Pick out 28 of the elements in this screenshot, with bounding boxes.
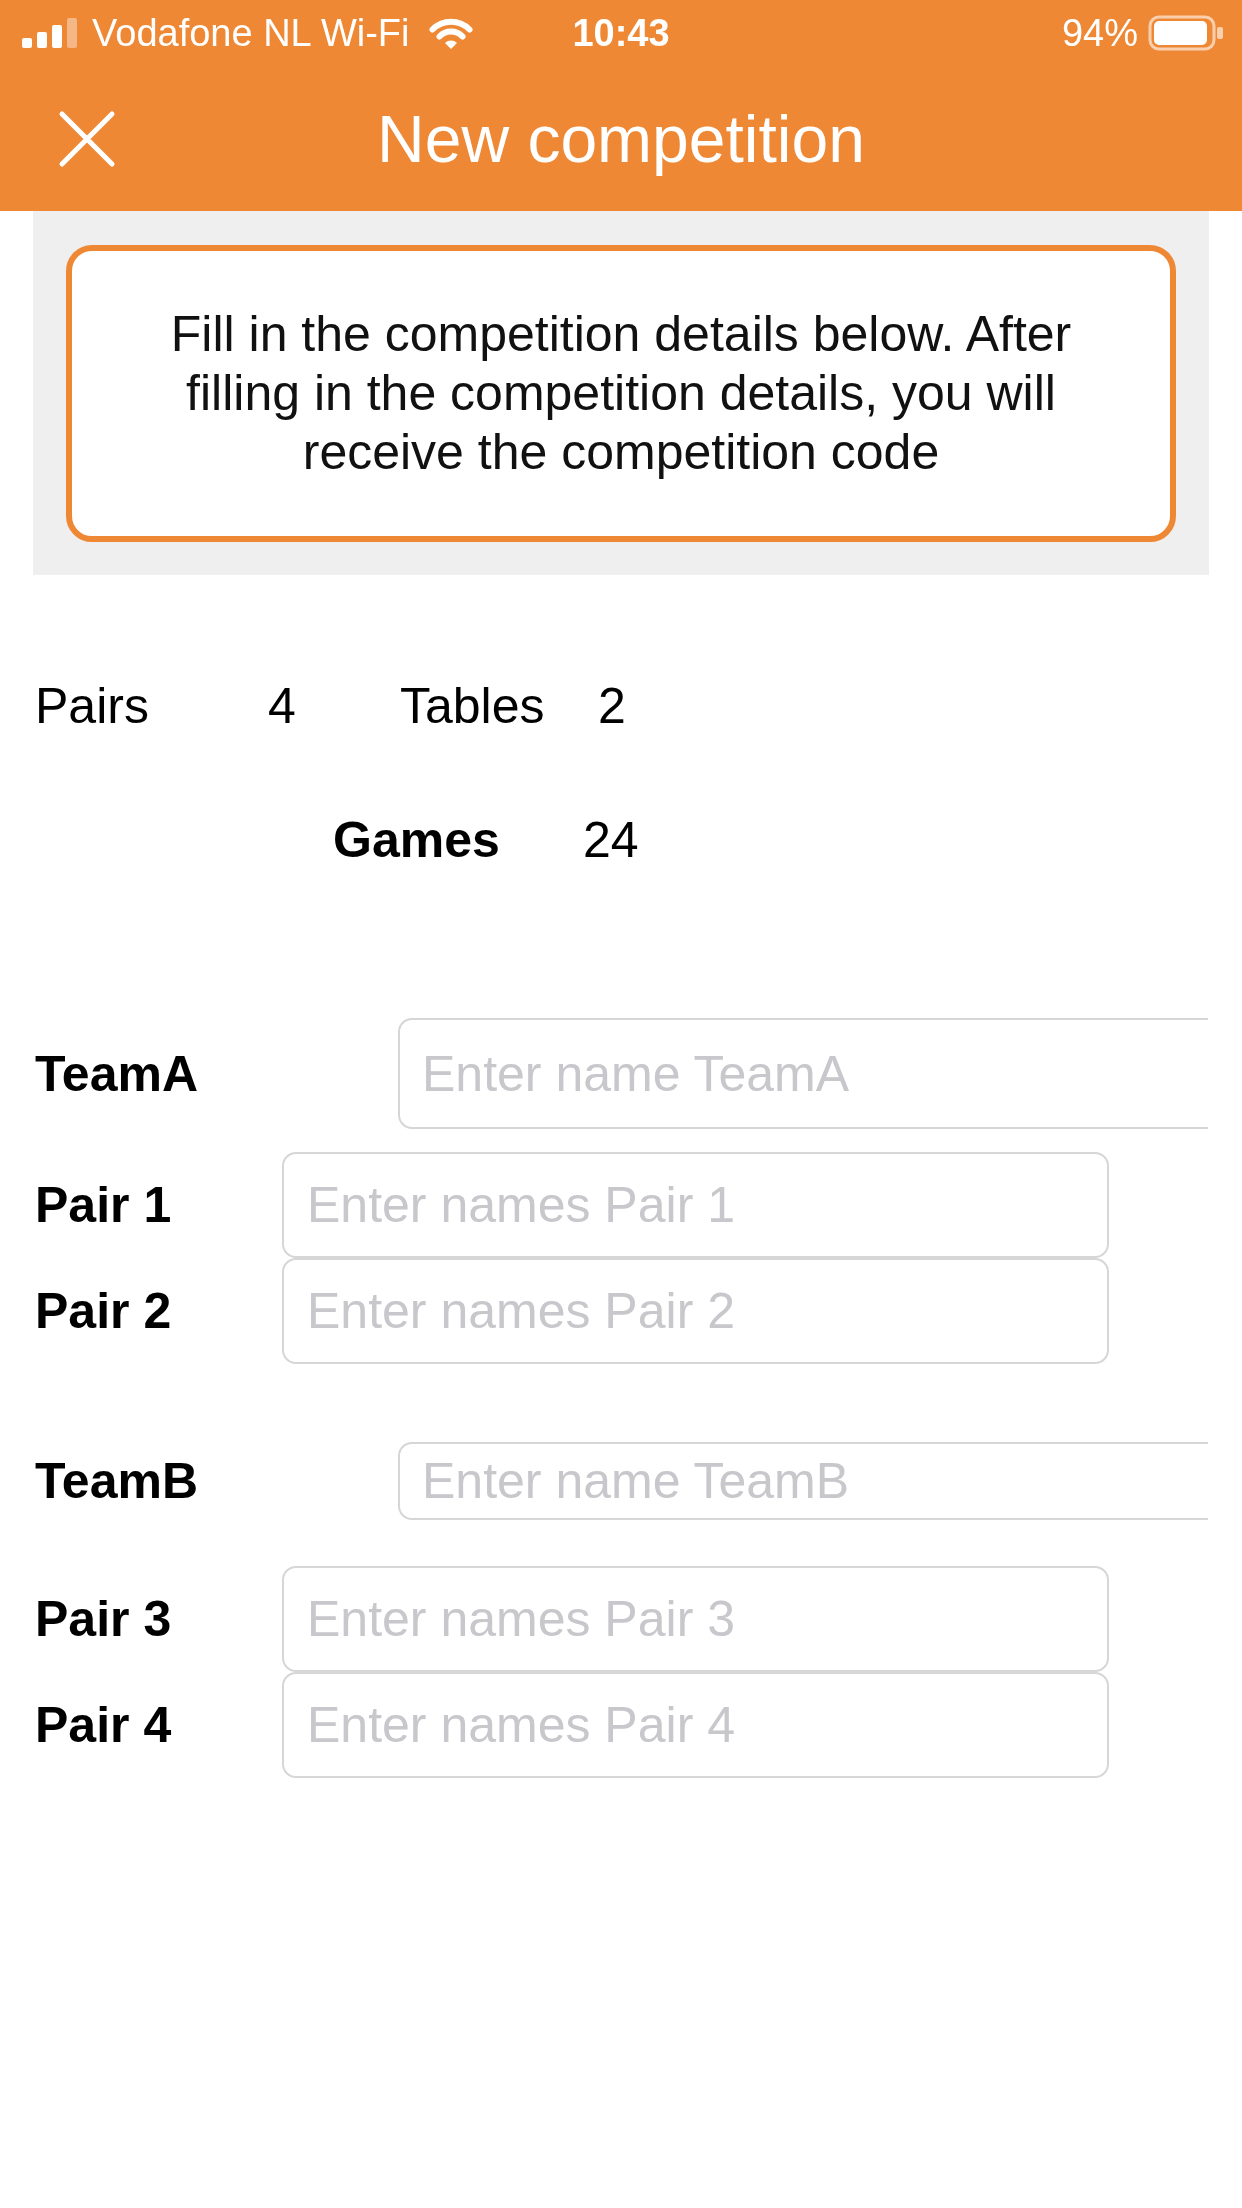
wifi-icon — [427, 16, 474, 50]
pair-names-field[interactable]: Enter names Pair 3 — [282, 1566, 1109, 1672]
pair-label: Pair 1 — [35, 1176, 173, 1235]
team-label: TeamA — [35, 1044, 199, 1104]
info-text: Fill in the competition details below. After filling in the competition details, you will receive the competition code — [169, 305, 1073, 482]
team-name-field[interactable]: Enter name TeamA — [398, 1018, 1208, 1129]
carrier-name: Vodafone NL Wi-Fi — [92, 11, 410, 55]
stat-value: 4 — [268, 677, 297, 736]
team-label: TeamB — [35, 1452, 199, 1511]
close-icon — [58, 109, 116, 168]
total-value: 24 — [583, 811, 639, 870]
pair-label: Pair 2 — [35, 1282, 173, 1341]
pair-names-field[interactable]: Enter names Pair 2 — [282, 1258, 1109, 1364]
battery-percent: 94% — [1061, 11, 1138, 55]
battery-icon — [1148, 15, 1224, 51]
screen-title: New competition — [377, 100, 865, 178]
pair-label: Pair 3 — [35, 1590, 173, 1649]
team-name-field[interactable]: Enter name TeamB — [398, 1442, 1208, 1520]
status-time: 10:43 — [572, 11, 670, 55]
pair-label: Pair 4 — [35, 1696, 173, 1755]
signal-icon — [22, 18, 80, 48]
stat-label: Tables — [400, 677, 546, 736]
stat-label: Pairs — [35, 677, 150, 736]
pair-names-field[interactable]: Enter names Pair 4 — [282, 1672, 1109, 1778]
pair-names-field[interactable]: Enter names Pair 1 — [282, 1152, 1109, 1258]
stat-value: 2 — [598, 677, 626, 736]
close-button[interactable] — [58, 109, 116, 168]
total-label: Games — [333, 811, 501, 870]
